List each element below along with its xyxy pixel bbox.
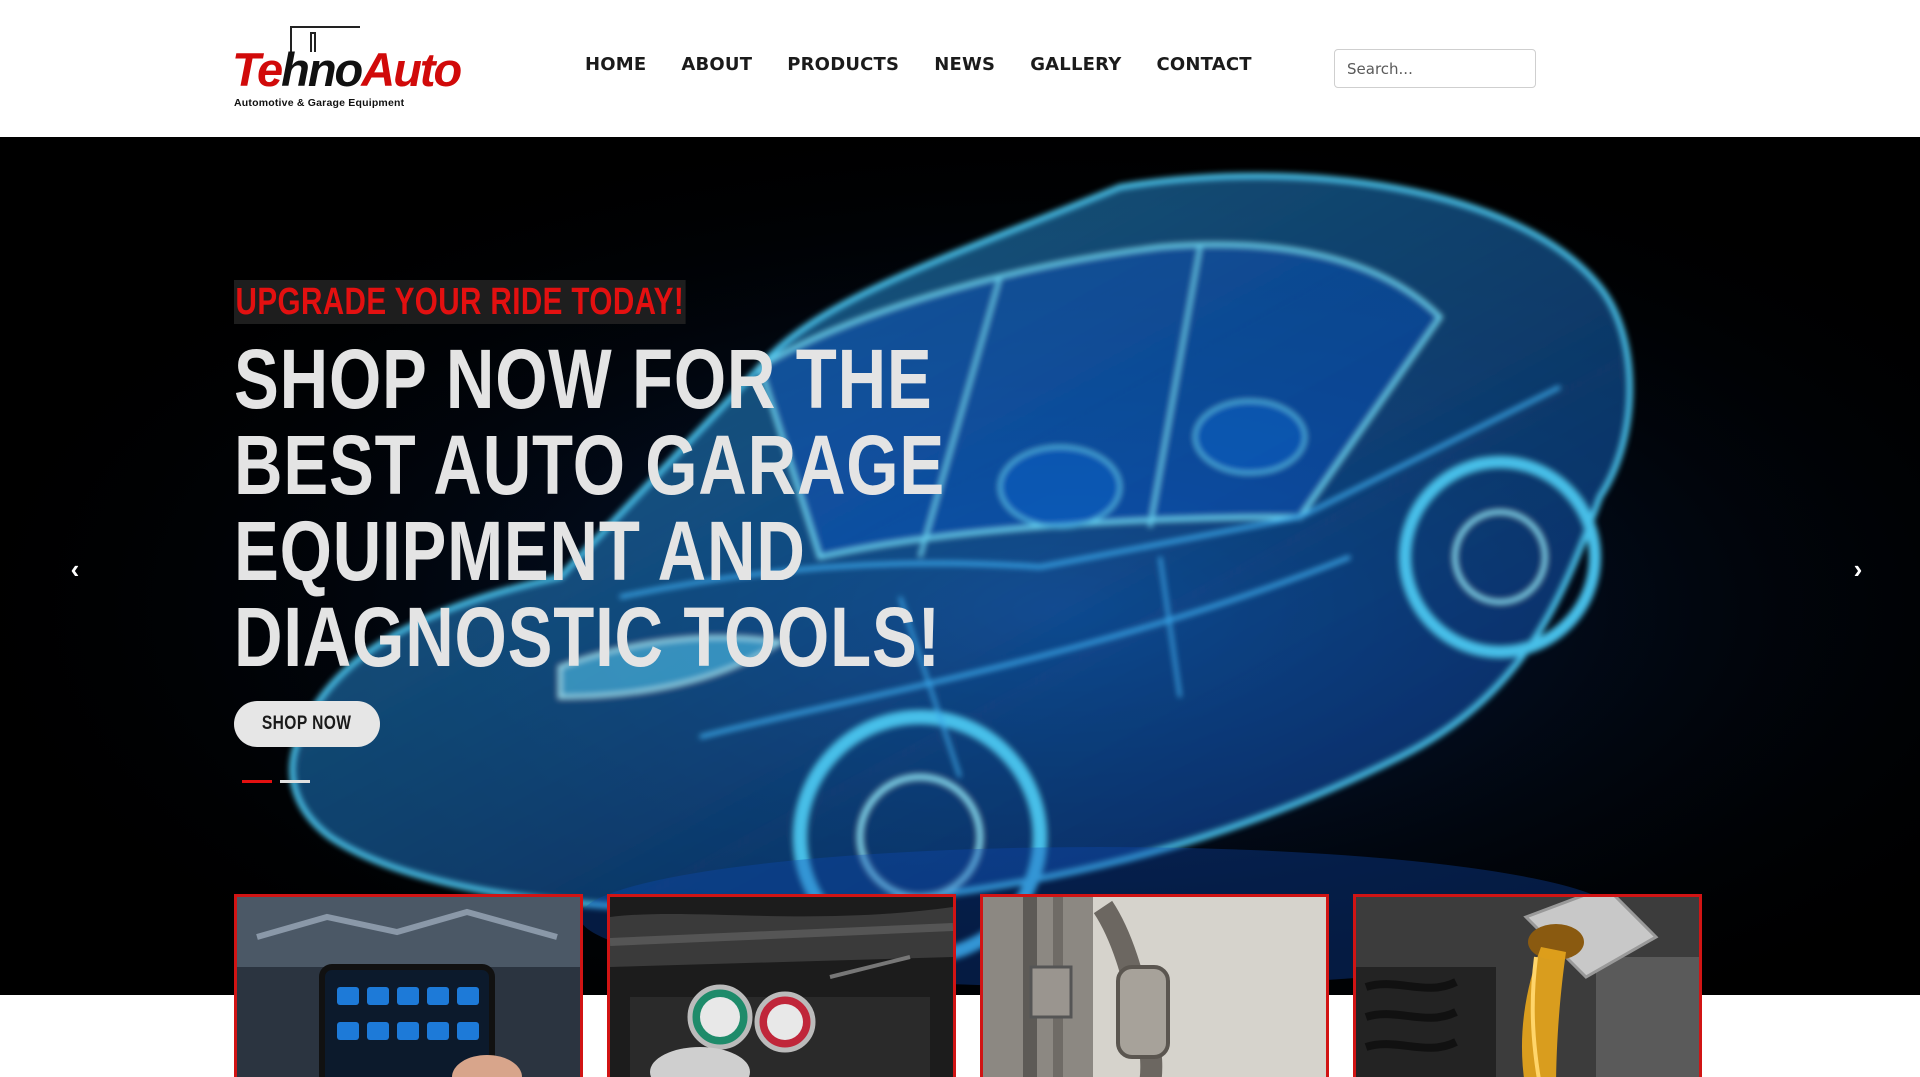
- chevron-right-icon[interactable]: ›: [1843, 554, 1873, 584]
- slide-indicator-2[interactable]: [280, 780, 310, 783]
- search-input[interactable]: [1334, 49, 1536, 88]
- logo-text: TehnoAuto: [232, 43, 462, 96]
- slide-indicator-1[interactable]: [242, 780, 272, 783]
- chevron-left-icon[interactable]: ‹: [60, 554, 90, 584]
- hero-slider: UPGRADE YOUR RIDE TODAY! SHOP NOW FOR TH…: [0, 137, 1920, 995]
- hero-headline-line: EQUIPMENT AND: [234, 504, 806, 598]
- hero-headline-line: SHOP NOW FOR THE: [234, 332, 933, 426]
- logo-text-part-3: Auto: [361, 43, 462, 96]
- category-card-exhaust[interactable]: [980, 894, 1329, 1077]
- category-card-engine-oil[interactable]: [1353, 894, 1702, 1077]
- hero-headline-line: DIAGNOSTIC TOOLS!: [234, 590, 941, 684]
- category-card-ac-gauges[interactable]: [607, 894, 956, 1077]
- hero-headline: SHOP NOW FOR THE BEST AUTO GARAGE EQUIPM…: [234, 336, 954, 680]
- shop-now-button[interactable]: SHOP NOW: [234, 701, 380, 747]
- engine-oil-image: [1356, 897, 1699, 1077]
- slide-indicators: [242, 780, 310, 783]
- nav-about[interactable]: ABOUT: [681, 54, 752, 75]
- main-nav: HOME ABOUT PRODUCTS NEWS GALLERY CONTACT: [585, 54, 1252, 75]
- hero-content: UPGRADE YOUR RIDE TODAY! SHOP NOW FOR TH…: [234, 280, 1134, 783]
- logo-text-part-1: Te: [232, 43, 283, 96]
- shop-now-label: SHOP NOW: [262, 713, 352, 734]
- category-cards: [234, 894, 1702, 1077]
- nav-products[interactable]: PRODUCTS: [787, 54, 899, 75]
- hero-kicker: UPGRADE YOUR RIDE TODAY!: [234, 280, 686, 324]
- ac-gauges-image: [610, 897, 953, 1077]
- hero-headline-line: BEST AUTO GARAGE: [234, 418, 945, 512]
- nav-contact[interactable]: CONTACT: [1156, 54, 1251, 75]
- logo[interactable]: TehnoAuto Automotive & Garage Equipment: [232, 26, 462, 110]
- nav-home[interactable]: HOME: [585, 54, 646, 75]
- logo-tagline: Automotive & Garage Equipment: [234, 97, 405, 109]
- site-header: TehnoAuto Automotive & Garage Equipment …: [0, 0, 1920, 137]
- diagnostic-tablet-image: [237, 897, 580, 1077]
- category-card-diagnostic[interactable]: [234, 894, 583, 1077]
- logo-text-part-2: hno: [281, 43, 363, 96]
- exhaust-image: [983, 897, 1326, 1077]
- nav-news[interactable]: NEWS: [934, 54, 995, 75]
- nav-gallery[interactable]: GALLERY: [1030, 54, 1121, 75]
